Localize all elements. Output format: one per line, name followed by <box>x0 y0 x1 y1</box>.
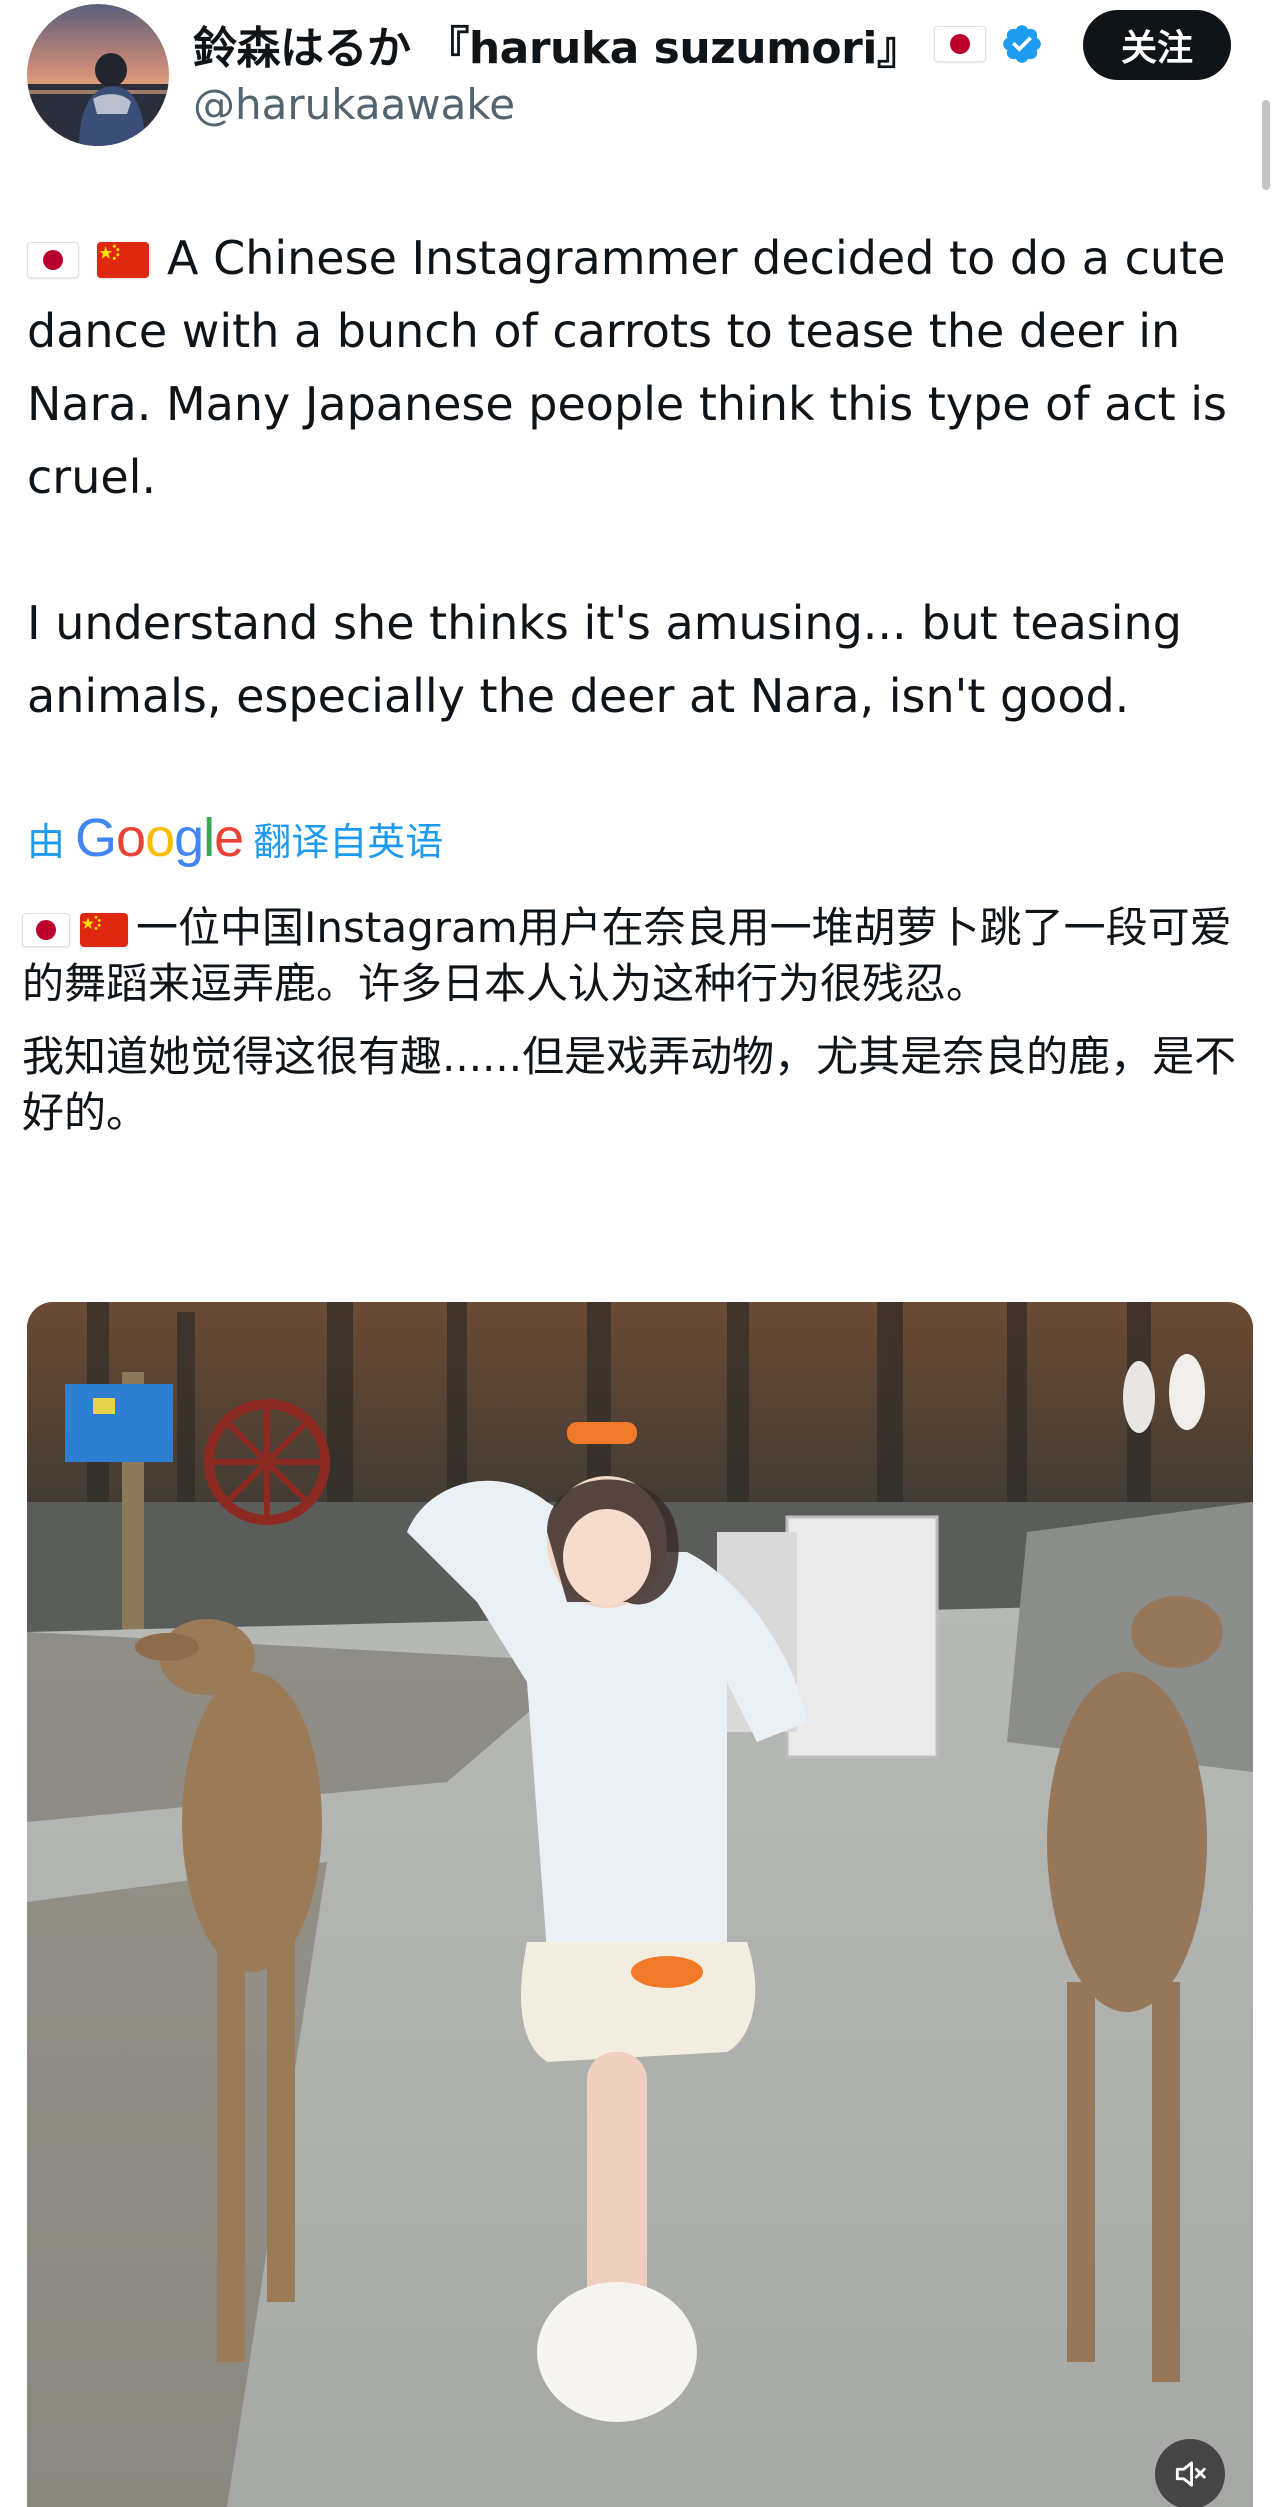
translation-attribution[interactable]: 由 Google 翻译自英语 <box>27 808 443 868</box>
translation-suffix[interactable]: 翻译自英语 <box>253 811 443 866</box>
post-paragraph: A Chinese Instagrammer decided to do a c… <box>27 222 1257 514</box>
speaker-muted-icon <box>1175 2461 1206 2487</box>
translated-paragraph-text: 我知道她觉得这很有趣......但是戏弄动物，尤其是奈良的鹿，是不好的。 <box>22 1032 1237 1137</box>
china-flag-icon <box>80 913 128 947</box>
author-handle[interactable]: @harukaawake <box>193 80 515 129</box>
google-logo: Google <box>75 808 244 868</box>
japan-flag-icon <box>27 242 79 278</box>
video-player[interactable] <box>27 1302 1253 2507</box>
japan-flag-icon <box>22 913 70 947</box>
china-flag-icon <box>97 242 149 278</box>
avatar[interactable] <box>27 4 169 146</box>
verified-badge-icon <box>1003 25 1042 63</box>
translated-paragraph-text: 一位中国Instagram用户在奈良用一堆胡萝卜跳了一段可爱的舞蹈来逗弄鹿。许多… <box>22 903 1232 1008</box>
translation-prefix: 由 <box>27 819 66 864</box>
follow-button[interactable]: 关注 <box>1083 10 1231 80</box>
scrollbar[interactable] <box>1262 100 1270 190</box>
author-name-line[interactable]: 鈴森はるか 『haruka suzumori』 <box>193 14 1044 74</box>
translated-text: 一位中国Instagram用户在奈良用一堆胡萝卜跳了一段可爱的舞蹈来逗弄鹿。许多… <box>22 900 1262 1158</box>
post-text: A Chinese Instagrammer decided to do a c… <box>27 222 1257 733</box>
video-frame <box>27 1302 1253 2507</box>
display-name[interactable]: 鈴森はるか 『haruka suzumori』 <box>193 12 921 76</box>
translated-paragraph: 一位中国Instagram用户在奈良用一堆胡萝卜跳了一段可爱的舞蹈来逗弄鹿。许多… <box>22 900 1262 1012</box>
japan-flag-icon <box>934 26 987 62</box>
post-header: 鈴森はるか 『haruka suzumori』 @harukaawake 关注 <box>0 0 1280 190</box>
mute-button[interactable] <box>1155 2439 1225 2507</box>
post-paragraph-text: I understand she thinks it's amusing... … <box>27 596 1182 723</box>
post-paragraph-text: A Chinese Instagrammer decided to do a c… <box>27 231 1228 504</box>
